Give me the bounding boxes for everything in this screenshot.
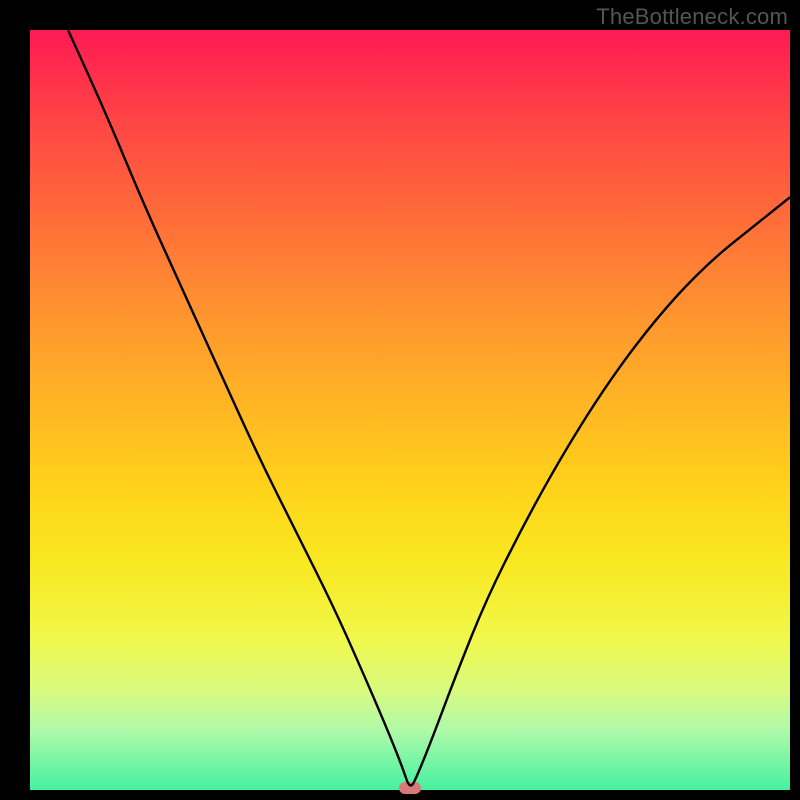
watermark-text: TheBottleneck.com (596, 4, 788, 30)
minimum-point-marker (399, 782, 421, 794)
chart-plot-area (30, 30, 790, 790)
